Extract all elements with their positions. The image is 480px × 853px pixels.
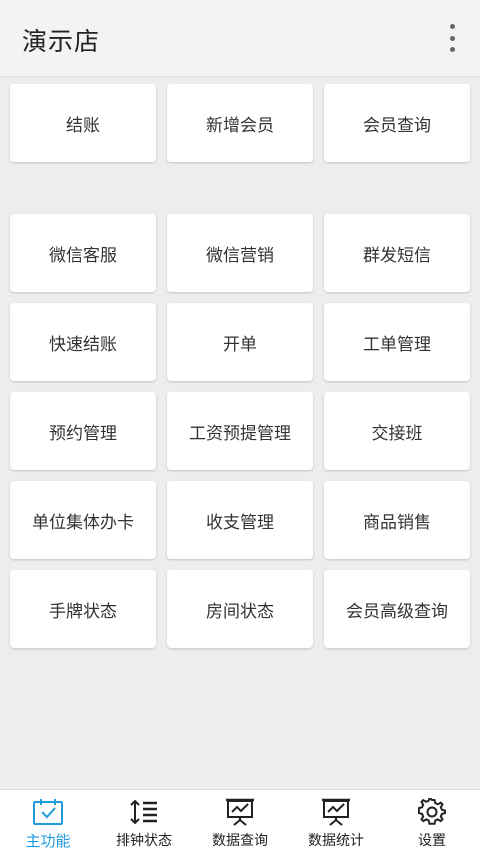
add-member-button[interactable]: 新增会员: [167, 84, 313, 162]
sort-list-icon: [130, 799, 157, 825]
tab-settings[interactable]: 设置: [384, 790, 480, 853]
member-query-button[interactable]: 会员查询: [324, 84, 470, 162]
income-expense-button[interactable]: 收支管理: [167, 481, 313, 559]
appointment-button[interactable]: 预约管理: [10, 392, 156, 470]
shift-handover-button[interactable]: 交接班: [324, 392, 470, 470]
tab-data-statistics[interactable]: 数据统计: [288, 790, 384, 853]
function-row: 快速结账 开单 工单管理: [10, 303, 470, 383]
tab-label: 主功能: [25, 832, 71, 850]
function-row: 预约管理 工资预提管理 交接班: [10, 392, 470, 472]
function-row: 单位集体办卡 收支管理 商品销售: [10, 481, 470, 561]
wechat-marketing-button[interactable]: 微信营销: [167, 214, 313, 292]
tab-data-query[interactable]: 数据查询: [192, 790, 288, 853]
store-title: 演示店: [22, 27, 101, 56]
presentation-chart-icon: [226, 798, 254, 826]
work-order-button[interactable]: 工单管理: [324, 303, 470, 381]
more-options-icon[interactable]: [442, 24, 462, 52]
tab-label: 数据查询: [212, 833, 268, 849]
app-bar: 演示店: [0, 0, 480, 76]
product-sales-button[interactable]: 商品销售: [324, 481, 470, 559]
wechat-service-button[interactable]: 微信客服: [10, 214, 156, 292]
open-order-button[interactable]: 开单: [167, 303, 313, 381]
tab-label: 设置: [418, 833, 446, 849]
room-status-button[interactable]: 房间状态: [167, 570, 313, 648]
quick-checkout-button[interactable]: 快速结账: [10, 303, 156, 381]
function-row: 微信客服 微信营销 群发短信: [10, 214, 470, 294]
checkout-button[interactable]: 结账: [10, 84, 156, 162]
tab-main-functions[interactable]: 主功能: [0, 790, 96, 853]
tab-label: 数据统计: [308, 833, 364, 849]
bulk-sms-button[interactable]: 群发短信: [324, 214, 470, 292]
tab-queue-status[interactable]: 排钟状态: [96, 790, 192, 853]
group-card-button[interactable]: 单位集体办卡: [10, 481, 156, 559]
gear-icon: [418, 798, 446, 825]
wristband-status-button[interactable]: 手牌状态: [10, 570, 156, 648]
wage-accrual-button[interactable]: 工资预提管理: [167, 392, 313, 470]
calendar-check-icon: [33, 799, 63, 825]
function-row: 手牌状态 房间状态 会员高级查询: [10, 570, 470, 650]
bottom-tab-bar: 主功能 排钟状态 数据查询 数据统计 设置: [0, 789, 480, 853]
function-row: 结账 新增会员 会员查询: [10, 84, 470, 164]
member-advanced-query-button[interactable]: 会员高级查询: [324, 570, 470, 648]
tab-label: 排钟状态: [116, 833, 172, 849]
presentation-chart-icon: [322, 798, 350, 826]
